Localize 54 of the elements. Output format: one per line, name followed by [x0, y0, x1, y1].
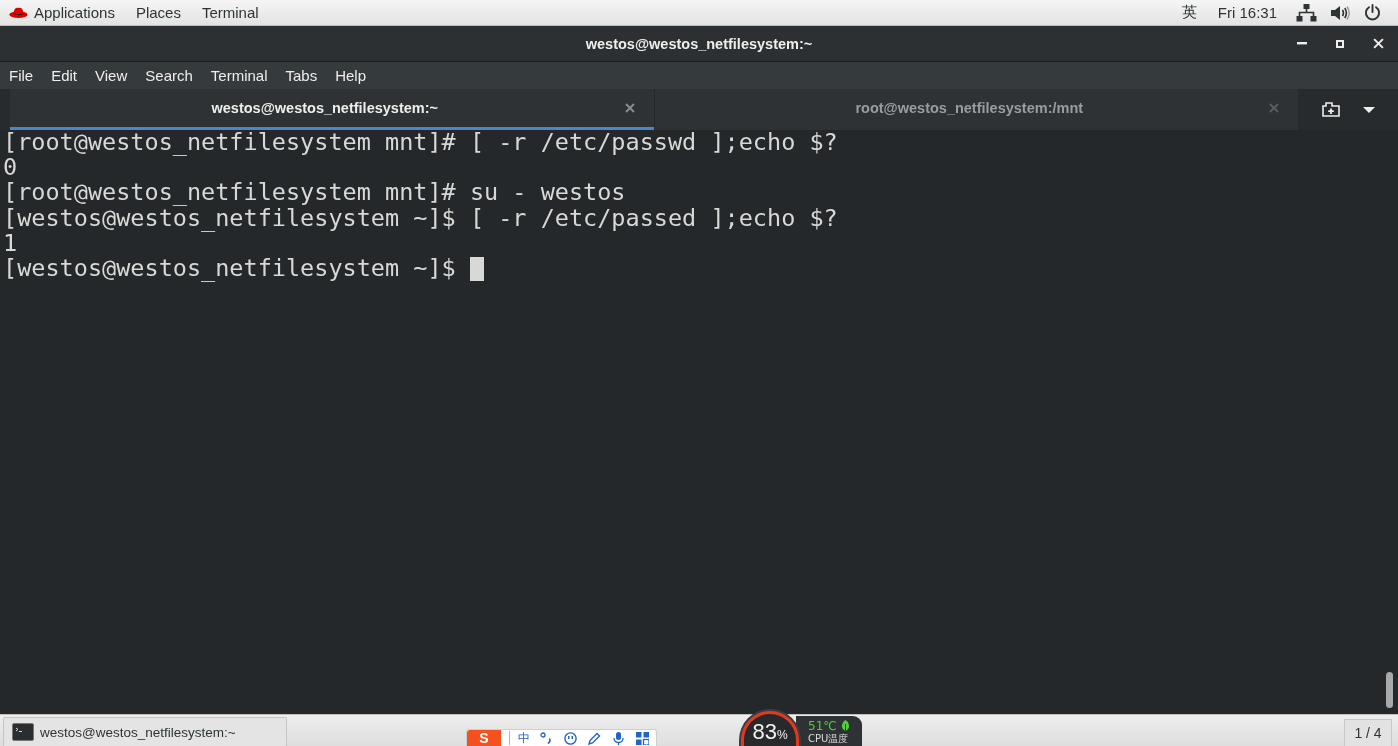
- terminal-line: [westos@westos_netfilesystem ~]$: [3, 255, 456, 282]
- menu-item[interactable]: Tabs: [276, 62, 327, 89]
- volume-icon: [1331, 4, 1350, 21]
- toolbox-button[interactable]: [634, 731, 650, 745]
- menu-item[interactable]: Terminal: [201, 62, 277, 89]
- tab-label: westos@westos_netfilesystem:~: [211, 100, 438, 116]
- power-icon: [1364, 4, 1381, 21]
- menu-item[interactable]: File: [0, 62, 43, 89]
- tab[interactable]: root@westos_netfilesystem:/mnt: [653, 89, 1298, 130]
- clock[interactable]: Fri 16:31: [1208, 0, 1289, 25]
- pen-button[interactable]: [586, 731, 602, 745]
- menu-item[interactable]: Edit: [42, 62, 87, 89]
- workspace-indicator[interactable]: 1 / 4: [1344, 719, 1392, 746]
- ime-mode-button[interactable]: 中: [518, 731, 530, 745]
- terminal-line: [root@westos_netfilesystem mnt]# [ -r /etc/passwd ];echo $?: [3, 130, 838, 156]
- close-icon: [1372, 38, 1384, 49]
- terminal-line: 0: [3, 155, 18, 181]
- terminal-line: 1: [3, 230, 18, 256]
- cpu-temperature-label: CPU温度: [808, 733, 850, 745]
- maximize-icon: [1336, 39, 1344, 48]
- close-icon: [624, 103, 635, 113]
- leaf-icon: [840, 719, 850, 733]
- hat-icon: [9, 6, 28, 19]
- new-tab-icon: [1322, 102, 1340, 117]
- cpu-temperature: 51℃: [808, 719, 837, 733]
- top-menu[interactable]: Terminal: [192, 0, 271, 25]
- menu-item[interactable]: Search: [136, 62, 202, 89]
- punctuation-icon: [539, 732, 553, 744]
- terminal-icon: [12, 723, 34, 741]
- tab[interactable]: westos@westos_netfilesystem:~: [10, 89, 654, 130]
- top-menu[interactable]: Applications: [0, 0, 127, 25]
- terminal-line: [westos@westos_netfilesystem ~]$ [ -r /etc/passed ];echo $?: [3, 205, 838, 231]
- menu-item[interactable]: View: [86, 62, 137, 89]
- punctuation-button[interactable]: [538, 731, 554, 745]
- input-method-indicator[interactable]: 英: [1172, 0, 1209, 25]
- top-menu[interactable]: Places: [126, 0, 193, 25]
- menu-item[interactable]: Help: [326, 62, 376, 89]
- minimize-icon: [1297, 42, 1307, 45]
- close-icon: [1269, 103, 1279, 113]
- pen-icon: [587, 731, 601, 745]
- smiley-icon: [563, 731, 577, 745]
- emoji-button[interactable]: [562, 731, 578, 745]
- network-icon: [1296, 3, 1317, 22]
- ime-logo: S: [467, 730, 501, 746]
- caret-icon: [1363, 106, 1375, 113]
- cpu-usage-text: 83%: [752, 720, 788, 746]
- voice-button[interactable]: [610, 731, 626, 745]
- grid-icon: [635, 731, 649, 745]
- window-title: westos@westos_netfilesystem:~: [585, 35, 813, 52]
- scrollbar-thumb[interactable]: [1386, 672, 1393, 708]
- tab-label: root@westos_netfilesystem:/mnt: [855, 100, 1084, 116]
- terminal-line: [root@westos_netfilesystem mnt]# su - westos: [3, 180, 626, 206]
- taskbar-window-button[interactable]: westos@westos_netfilesystem:~: [3, 717, 287, 746]
- microphone-icon: [612, 731, 624, 745]
